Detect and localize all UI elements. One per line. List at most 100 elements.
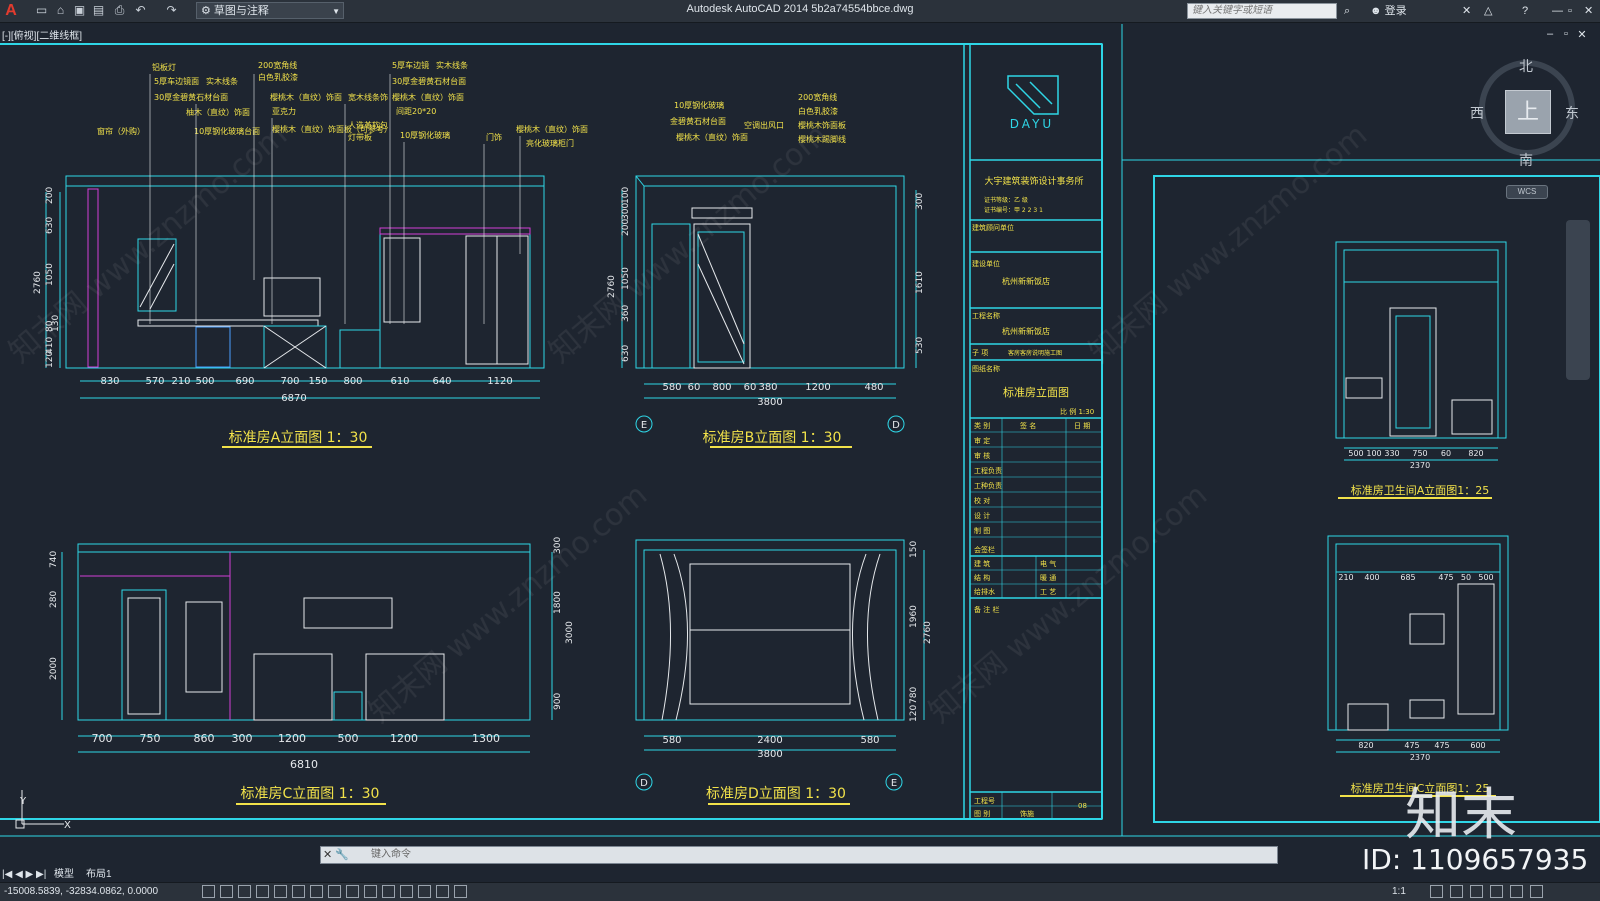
- close-icon[interactable]: ✕: [1584, 3, 1593, 19]
- dim-bc-total: 2370: [1410, 753, 1430, 762]
- annot-a-23: 亮化玻璃柜门: [526, 138, 574, 148]
- annotation-visibility-icon[interactable]: [1430, 885, 1443, 898]
- annot-a-15: 5厚车边镜: [392, 60, 429, 70]
- dim-a-2: 210: [171, 376, 190, 387]
- compass-east[interactable]: 东: [1565, 103, 1579, 123]
- hardware-accel-icon[interactable]: [1490, 885, 1503, 898]
- open-icon[interactable]: ⌂: [53, 3, 68, 18]
- viewport-minimize-icon[interactable]: –: [1544, 28, 1556, 40]
- viewcube-top-face[interactable]: 上: [1505, 90, 1551, 134]
- annot-b-4: 白色乳胶漆: [798, 106, 838, 116]
- dim-b-1: 60: [688, 382, 701, 393]
- maximize-icon[interactable]: ▫: [1568, 3, 1572, 19]
- print-icon[interactable]: ⎙: [112, 3, 127, 18]
- compass-south[interactable]: 南: [1519, 150, 1533, 170]
- binoculars-icon[interactable]: ⌕: [1344, 3, 1350, 19]
- status-bar: -15008.5839, -32834.0862, 0.0000 1:1: [0, 882, 1600, 901]
- polar-icon[interactable]: [256, 885, 269, 898]
- annot-a-6: 窗帘（外购）: [97, 126, 145, 136]
- axis-mark-e-b: E: [641, 420, 647, 431]
- search-input[interactable]: 键入关键字或短语: [1187, 3, 1337, 19]
- ducs-icon[interactable]: [310, 885, 323, 898]
- dim-ba-0: 500: [1348, 449, 1363, 458]
- selection-cycle-icon[interactable]: [400, 885, 413, 898]
- workspace-select[interactable]: ⚙ 草图与注释 ▼: [196, 2, 344, 19]
- viewport-close-icon[interactable]: ✕: [1576, 28, 1588, 41]
- otrack-icon[interactable]: [292, 885, 305, 898]
- quickprops-icon[interactable]: [382, 885, 395, 898]
- lineweight-icon[interactable]: [346, 885, 359, 898]
- user-icon: ☻: [1370, 5, 1385, 17]
- layout-space-icon[interactable]: [454, 885, 467, 898]
- compass-north[interactable]: 北: [1519, 56, 1533, 76]
- help-icon[interactable]: ?: [1522, 3, 1528, 19]
- dim-b-total: 3800: [757, 397, 782, 408]
- project-label: 工程名称: [972, 311, 1000, 320]
- annot-a-21: 门饰: [486, 132, 502, 142]
- dim-ba-2: 330: [1384, 449, 1399, 458]
- exchange-icon[interactable]: ✕: [1462, 3, 1471, 19]
- clean-screen-icon[interactable]: [1530, 885, 1543, 898]
- height-c-2: 2000: [49, 657, 59, 680]
- command-line[interactable]: ✕ 🔧 键入命令: [320, 846, 1278, 864]
- command-line-buttons[interactable]: ✕ 🔧: [323, 848, 349, 861]
- viewport-restore-icon[interactable]: ▫: [1560, 28, 1572, 40]
- osnap-icon[interactable]: [274, 885, 287, 898]
- lock-icon[interactable]: [1470, 885, 1483, 898]
- dim-c-2: 860: [194, 732, 215, 745]
- undo-icon[interactable]: ↶: [133, 3, 148, 18]
- compass-west[interactable]: 西: [1470, 103, 1484, 123]
- tab-layout1[interactable]: 布局1: [86, 868, 112, 881]
- transparency-icon[interactable]: [364, 885, 377, 898]
- model-space-icon[interactable]: [436, 885, 449, 898]
- dyn-icon[interactable]: [328, 885, 341, 898]
- login-button[interactable]: ☻ 登录: [1370, 3, 1407, 19]
- top-dim-bc-0: 210: [1338, 573, 1353, 582]
- tab-nav-arrows[interactable]: |◀ ◀ ▶ ▶|: [2, 868, 46, 881]
- tb-row-5: 设 计: [974, 511, 990, 520]
- dim-c-7: 1300: [472, 732, 500, 745]
- watermark-pattern: 知末网 www.znzmo.com 知末网 www.znzmo.com 知末网 …: [3, 118, 1374, 730]
- ucs-x-label: X: [64, 820, 71, 831]
- dim-b-3: 60: [744, 382, 757, 393]
- autocad-logo-icon[interactable]: A: [2, 2, 20, 20]
- wcs-menu[interactable]: WCS: [1506, 185, 1548, 199]
- gear-icon: ⚙: [201, 5, 214, 17]
- viewport-controls[interactable]: [-][俯视][二维线框]: [2, 27, 82, 42]
- tb-row-2: 工程负责: [974, 466, 1002, 475]
- height-c-6: 900: [553, 693, 563, 710]
- triangle-icon[interactable]: △: [1484, 3, 1492, 19]
- annot-a-14: 灯带板: [348, 132, 372, 142]
- dayu-logo: [1007, 75, 1059, 115]
- command-input[interactable]: 键入命令: [371, 848, 411, 862]
- workspace-switch-icon[interactable]: [1450, 885, 1463, 898]
- navigation-bar[interactable]: [1566, 220, 1590, 380]
- isolate-icon[interactable]: [1510, 885, 1523, 898]
- company-name: 大宇建筑装饰设计事务所: [984, 175, 1083, 187]
- snap-icon[interactable]: [202, 885, 215, 898]
- tab-model[interactable]: 模型: [54, 868, 74, 881]
- save-icon[interactable]: ▣: [72, 3, 87, 18]
- dim-ba-1: 100: [1366, 449, 1381, 458]
- login-label: 登录: [1384, 5, 1407, 17]
- grid-icon[interactable]: [220, 885, 233, 898]
- annot-a-7: 200宽角线: [258, 60, 297, 70]
- annotation-monitor-icon[interactable]: [418, 885, 431, 898]
- ortho-icon[interactable]: [238, 885, 251, 898]
- annot-b-0: 10厚钢化玻璃: [674, 100, 724, 110]
- redo-icon[interactable]: ↷: [164, 3, 179, 18]
- bathroom-elevation-a: [1335, 241, 1507, 461]
- dim-bc-3: 600: [1470, 741, 1485, 750]
- new-icon[interactable]: ▭: [34, 3, 49, 18]
- annot-a-16: 实木线条: [436, 60, 468, 70]
- minimize-icon[interactable]: —: [1552, 3, 1563, 19]
- view-title-d: 标准房D立面图 1：30: [706, 786, 846, 802]
- annot-a-10: 宽木线条饰: [348, 92, 388, 102]
- elevation-a-annotations: 铝板灯 5厚车边镜面 实木线条 30厚金碧黄石材台面 柚木（直纹）饰面 10厚钢…: [97, 60, 588, 148]
- annotation-scale[interactable]: 1:1: [1392, 884, 1406, 900]
- dim-c-0: 700: [92, 732, 113, 745]
- dim-ba-3: 750: [1412, 449, 1427, 458]
- annot-a-11: 亚克力: [272, 106, 296, 116]
- saveas-icon[interactable]: ▤: [91, 3, 106, 18]
- drawing-canvas[interactable]: 830 570 210 500 690 700 150 800 610 640 …: [0, 24, 1600, 862]
